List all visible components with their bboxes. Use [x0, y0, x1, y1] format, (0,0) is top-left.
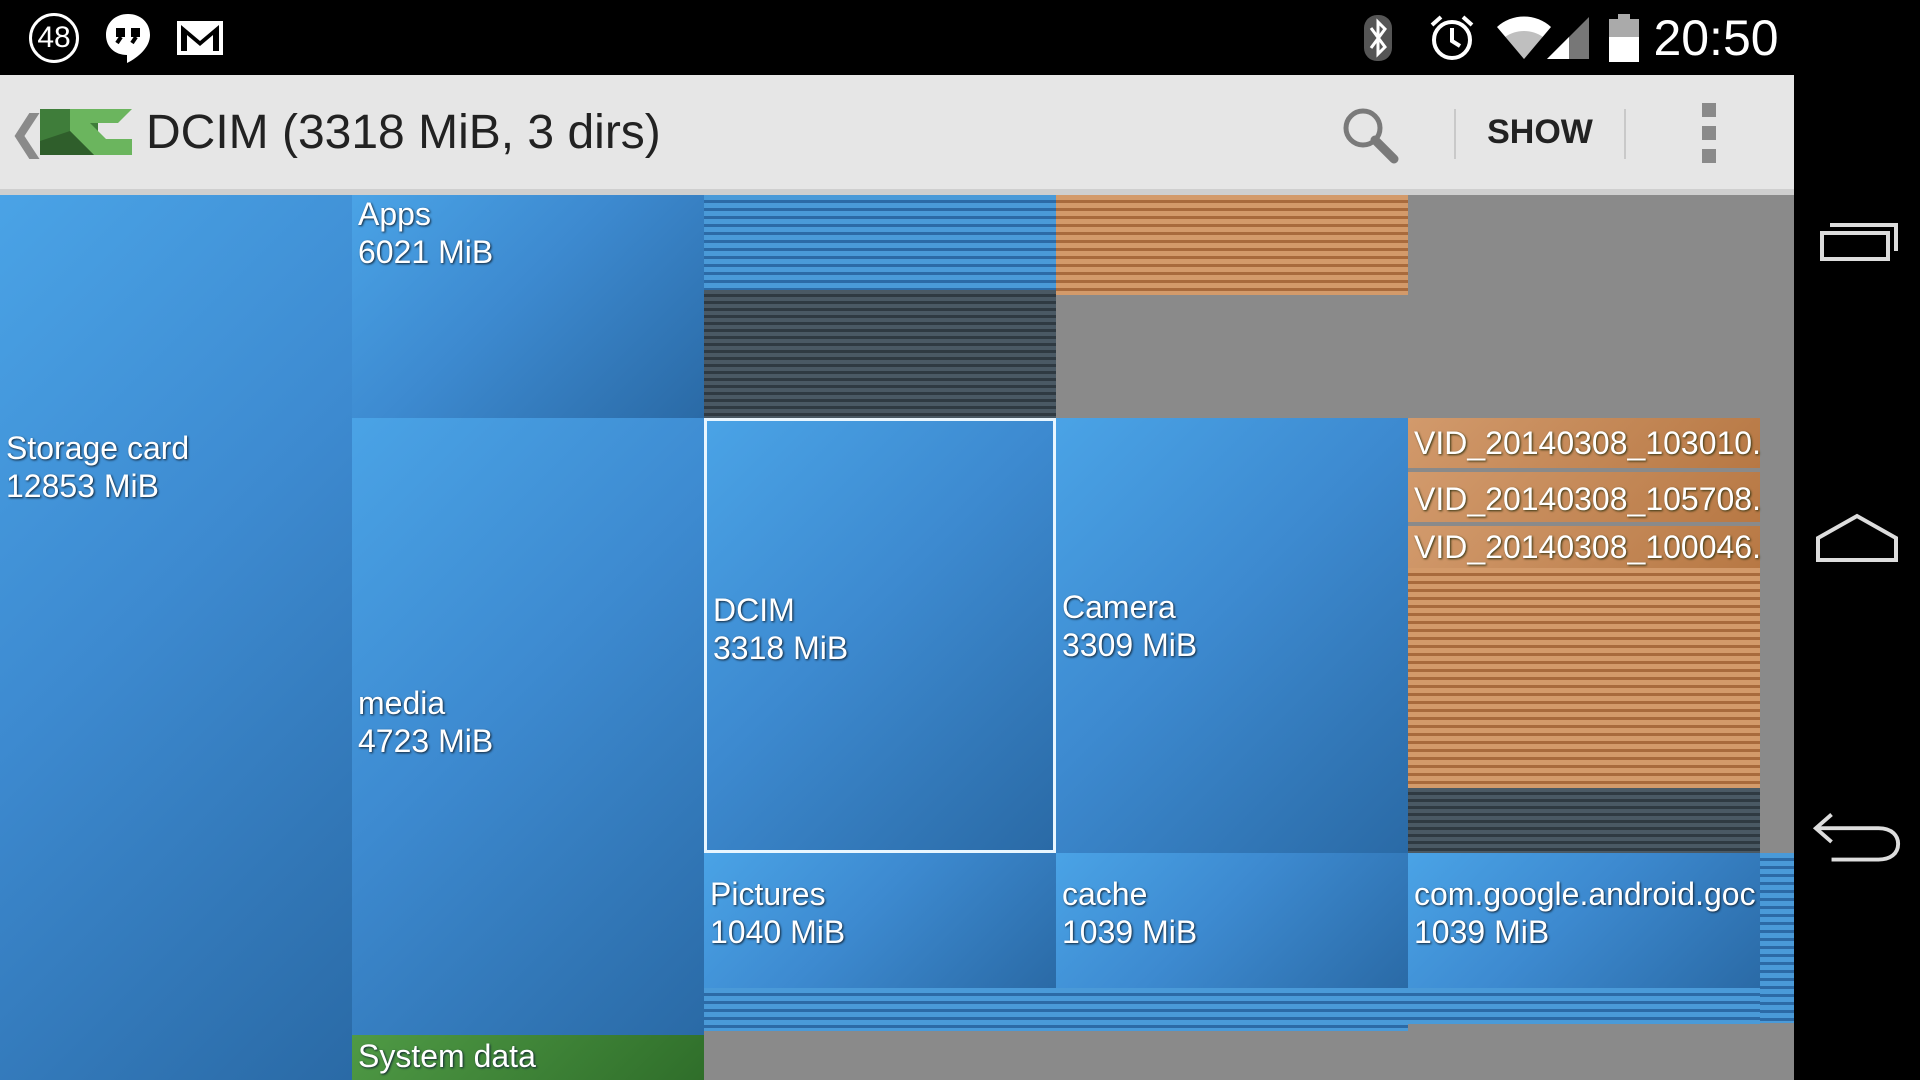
- overflow-dot: [1702, 149, 1716, 163]
- overflow-menu-icon[interactable]: [1696, 103, 1722, 167]
- right-edge-subtiles[interactable]: [1760, 853, 1794, 1023]
- hangouts-icon: [100, 0, 156, 75]
- file-label: VID_20140308_105708.: [1414, 481, 1761, 517]
- tile-label: Apps 6021 MiB: [358, 195, 493, 271]
- show-button[interactable]: SHOW: [1470, 75, 1610, 189]
- action-bar: ❮ DCIM (3318 MiB, 3 dirs) SHOW: [0, 75, 1794, 195]
- tile-label: Storage card 12853 MiB: [6, 429, 189, 505]
- tile-name: Apps: [358, 196, 431, 232]
- home-icon[interactable]: [1810, 496, 1904, 576]
- overflow-dot: [1702, 126, 1716, 140]
- tile-media[interactable]: media 4723 MiB: [352, 418, 704, 1035]
- file-subtiles-dark[interactable]: [1408, 788, 1760, 853]
- tile-size: 1039 MiB: [1062, 914, 1198, 950]
- pictures-subtiles[interactable]: [704, 988, 1056, 1031]
- battery-icon: [1604, 0, 1644, 75]
- tile-name: Camera: [1062, 589, 1176, 625]
- tile-apps[interactable]: Apps 6021 MiB: [352, 195, 704, 418]
- file-subtiles[interactable]: [1408, 568, 1760, 788]
- overflow-dot: [1702, 103, 1716, 117]
- tile-name: media: [358, 685, 446, 721]
- recent-apps-icon[interactable]: [1810, 200, 1904, 280]
- tile-label: DCIM 3318 MiB: [713, 591, 848, 667]
- file-label: VID_20140308_103010.: [1414, 425, 1761, 461]
- alarm-icon: [1424, 0, 1480, 75]
- status-clock: 20:50: [1653, 9, 1779, 66]
- tile-pictures[interactable]: Pictures 1040 MiB: [704, 853, 1056, 988]
- page-title: DCIM (3318 MiB, 3 dirs): [146, 105, 661, 159]
- cell-signal-icon: [1544, 0, 1592, 75]
- tile-camera[interactable]: Camera 3309 MiB: [1056, 418, 1408, 853]
- tile-name: DCIM: [713, 592, 795, 628]
- treemap[interactable]: Storage card 12853 MiB Apps 6021 MiB med…: [0, 195, 1794, 1080]
- tile-label: media 4723 MiB: [358, 684, 493, 760]
- cache-subtiles[interactable]: [1056, 988, 1408, 1031]
- tile-size: 6021 MiB: [358, 234, 494, 270]
- file-tile-video[interactable]: VID_20140308_105708.: [1408, 472, 1761, 522]
- apps-subtiles[interactable]: [704, 195, 1056, 290]
- file-tile-video[interactable]: VID_20140308_100046.: [1408, 526, 1761, 568]
- tile-size: 1040 MiB: [710, 914, 846, 950]
- apps-file-subtiles[interactable]: [1056, 195, 1408, 295]
- search-icon[interactable]: [1338, 103, 1402, 167]
- gmail-icon: [172, 0, 228, 75]
- tile-dcim[interactable]: DCIM 3318 MiB: [704, 418, 1056, 853]
- tile-label: cache 1039 MiB: [1062, 875, 1197, 951]
- back-icon[interactable]: [1810, 798, 1904, 878]
- navigation-bar: [1794, 0, 1920, 1080]
- tile-size: 1039 MiB: [1414, 914, 1550, 950]
- com-google-subtiles[interactable]: [1408, 988, 1760, 1024]
- tile-label: Pictures 1040 MiB: [710, 875, 845, 951]
- tile-system-data[interactable]: System data: [352, 1035, 704, 1080]
- action-divider: [1624, 109, 1626, 159]
- app-logo-icon[interactable]: [40, 101, 132, 163]
- tile-cache[interactable]: cache 1039 MiB: [1056, 853, 1408, 988]
- tile-name: cache: [1062, 876, 1148, 912]
- tile-label: System data: [358, 1037, 536, 1075]
- status-bar: 48 20:50: [0, 0, 1794, 75]
- bluetooth-icon: [1356, 0, 1400, 75]
- action-divider: [1454, 109, 1456, 159]
- file-label: VID_20140308_100046.: [1414, 529, 1761, 565]
- notification-count: 48: [29, 12, 79, 63]
- tile-label: com.google.android.goc 1039 MiB: [1414, 875, 1758, 951]
- tile-size: 4723 MiB: [358, 723, 494, 759]
- tile-name: com.google.android.goc: [1414, 876, 1756, 912]
- apps-subtiles-dark[interactable]: [704, 290, 1056, 418]
- tile-size: 3309 MiB: [1062, 627, 1198, 663]
- tile-com-google[interactable]: com.google.android.goc 1039 MiB: [1408, 853, 1760, 988]
- tile-name: System data: [358, 1038, 536, 1074]
- file-tile-video[interactable]: VID_20140308_103010.: [1408, 418, 1761, 468]
- tile-size: 3318 MiB: [713, 630, 849, 666]
- tile-name: Pictures: [710, 876, 826, 912]
- tile-size: 12853 MiB: [6, 468, 159, 504]
- notification-count-icon: 48: [26, 0, 82, 75]
- tile-storage-card[interactable]: Storage card 12853 MiB: [0, 195, 352, 1080]
- tile-label: Camera 3309 MiB: [1062, 588, 1197, 664]
- tile-name: Storage card: [6, 430, 190, 466]
